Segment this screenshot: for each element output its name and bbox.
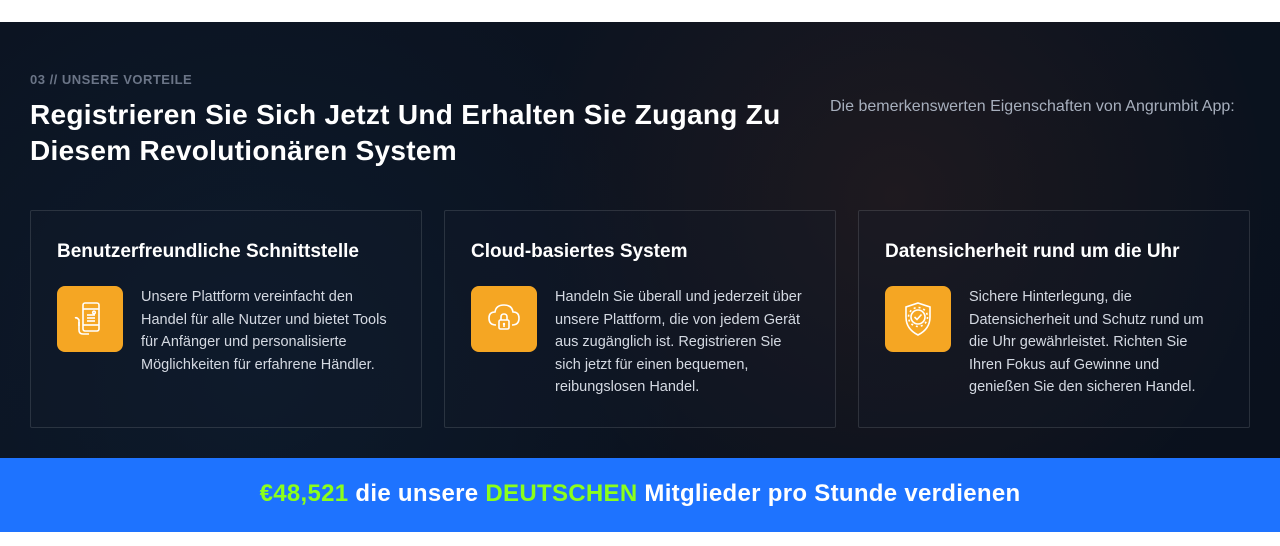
feature-card-title: Cloud-basiertes System <box>471 239 809 265</box>
feature-card-cloud: Cloud-basiertes System Handeln Sie übera… <box>444 210 836 428</box>
bottom-spacer <box>0 532 1280 546</box>
feature-card-body: Handeln Sie überall und jederzeit über u… <box>471 286 809 398</box>
section-subtext: Die bemerkenswerten Eigenschaften von An… <box>830 94 1250 120</box>
feature-card-desc: Handeln Sie überall und jederzeit über u… <box>555 286 809 398</box>
banner-amount: €48,521 <box>260 480 349 507</box>
top-spacer <box>0 0 1280 22</box>
feature-card-security: Datensicherheit rund um die Uhr Sichere … <box>858 210 1250 428</box>
feature-card-body: Sichere Hinterlegung, die Datensicherhei… <box>885 286 1223 398</box>
section-header: 03 // UNSERE VORTEILE Registrieren Sie S… <box>30 72 1250 170</box>
feature-card-interface: Benutzerfreundliche Schnittstelle <box>30 210 422 428</box>
banner-text-a: die unsere <box>348 480 485 507</box>
advantages-section: 03 // UNSERE VORTEILE Registrieren Sie S… <box>0 22 1280 458</box>
feature-card-title: Benutzerfreundliche Schnittstelle <box>57 239 395 265</box>
banner-highlight: DEUTSCHEN <box>485 480 637 507</box>
section-heading: Registrieren Sie Sich Jetzt Und Erhalten… <box>30 97 790 170</box>
section-eyebrow: 03 // UNSERE VORTEILE <box>30 72 790 87</box>
earnings-banner: €48,521 die unsere DEUTSCHEN Mitglieder … <box>0 458 1280 532</box>
feature-card-title: Datensicherheit rund um die Uhr <box>885 239 1223 265</box>
feature-card-desc: Sichere Hinterlegung, die Datensicherhei… <box>969 286 1223 398</box>
feature-card-desc: Unsere Plattform vereinfacht den Handel … <box>141 286 395 376</box>
feature-card-body: Unsere Plattform vereinfacht den Handel … <box>57 286 395 376</box>
phone-hand-icon <box>57 286 123 352</box>
cards-row: Benutzerfreundliche Schnittstelle <box>30 210 1250 428</box>
banner-text-b: Mitglieder pro Stunde verdienen <box>637 480 1020 507</box>
header-left: 03 // UNSERE VORTEILE Registrieren Sie S… <box>30 72 790 170</box>
header-right: Die bemerkenswerten Eigenschaften von An… <box>830 72 1250 170</box>
shield-badge-icon <box>885 286 951 352</box>
cloud-lock-icon <box>471 286 537 352</box>
